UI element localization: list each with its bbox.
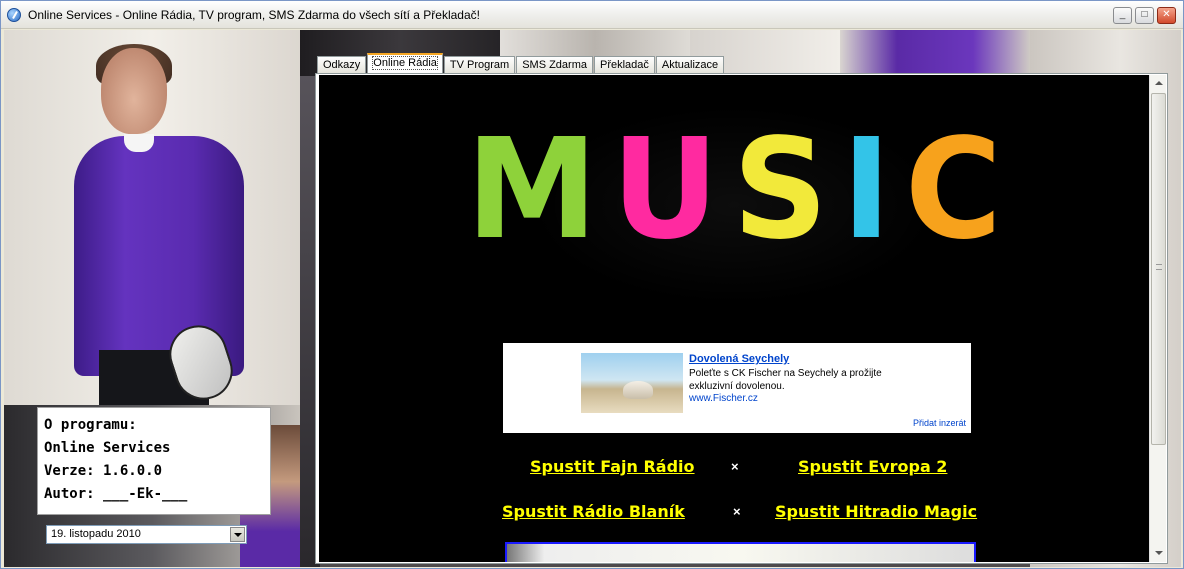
about-app-name: Online Services (44, 440, 171, 456)
logo-letter: U (611, 108, 719, 271)
close-button[interactable]: ✕ (1157, 7, 1176, 24)
scrollbar-thumb[interactable] (1151, 93, 1166, 445)
ad-url-link[interactable]: www.Fischer.cz (689, 393, 758, 404)
web-browser-view[interactable]: M U S I C Dovolená Seychely Poleťte s CK… (319, 75, 1149, 562)
background-photo (840, 30, 1030, 76)
title-bar[interactable]: Online Services - Online Rádia, TV progr… (1, 1, 1183, 29)
about-heading: O programu: (44, 417, 137, 433)
date-picker[interactable]: 19. listopadu 2010 (46, 525, 247, 544)
about-version: Verze: 1.6.0.0 (44, 463, 163, 479)
application-window: Online Services - Online Rádia, TV progr… (0, 0, 1184, 569)
bottom-banner[interactable] (505, 542, 976, 562)
ad-image (623, 381, 653, 399)
minimize-button[interactable]: _ (1113, 7, 1132, 24)
vertical-scrollbar[interactable] (1149, 75, 1166, 562)
ad-banner[interactable]: Dovolená Seychely Poleťte s CK Fischer n… (503, 343, 971, 433)
photo-figure (124, 134, 154, 152)
chevron-down-icon[interactable] (230, 527, 245, 542)
scroll-up-icon[interactable] (1151, 76, 1166, 91)
logo-letter: M (466, 108, 598, 271)
globe-icon[interactable] (7, 8, 21, 22)
logo-letter: S (732, 108, 828, 271)
grip-icon (1156, 264, 1162, 270)
scroll-down-icon[interactable] (1151, 546, 1166, 561)
separator-icon: × (731, 459, 739, 474)
about-box: O programu: Online Services Verze: 1.6.0… (37, 407, 271, 515)
logo-letter: C (904, 108, 1002, 271)
ad-text: Poleťte s CK Fischer na Seychely a proži… (689, 368, 882, 392)
date-picker-value: 19. listopadu 2010 (51, 528, 141, 540)
client-area: O programu: Online Services Verze: 1.6.0… (4, 30, 1181, 567)
window-title: Online Services - Online Rádia, TV progr… (28, 8, 480, 22)
tab-aktualizace[interactable]: Aktualizace (655, 56, 725, 73)
tab-sms-zdarma[interactable]: SMS Zdarma (516, 56, 593, 73)
play-hitradio-magic-link[interactable]: Spustit Hitradio Magic (775, 502, 977, 521)
play-fajn-radio-link[interactable]: Spustit Fajn Rádio (530, 457, 695, 476)
tab-online-radia[interactable]: Online Rádia (367, 53, 443, 73)
tab-panel: M U S I C Dovolená Seychely Poleťte s CK… (315, 73, 1168, 564)
tab-tv-program[interactable]: TV Program (443, 56, 516, 73)
ad-title-link[interactable]: Dovolená Seychely (689, 353, 789, 365)
photo-figure (101, 48, 167, 134)
play-evropa-2-link[interactable]: Spustit Evropa 2 (798, 457, 947, 476)
about-author: Autor: ___-Ek-___ (44, 486, 188, 502)
separator-icon: × (733, 504, 741, 519)
music-logo: M U S I C (466, 111, 1002, 275)
maximize-button[interactable]: □ (1135, 7, 1154, 24)
logo-letter: I (841, 108, 891, 271)
add-ad-link[interactable]: Přidat inzerát (913, 418, 966, 428)
play-radio-blanik-link[interactable]: Spustit Rádio Blaník (502, 502, 685, 521)
tab-odkazy[interactable]: Odkazy (317, 56, 367, 73)
tab-prekladac[interactable]: Překladač (593, 56, 655, 73)
tab-bar: Odkazy Online Rádia TV Program SMS Zdarm… (317, 53, 725, 73)
